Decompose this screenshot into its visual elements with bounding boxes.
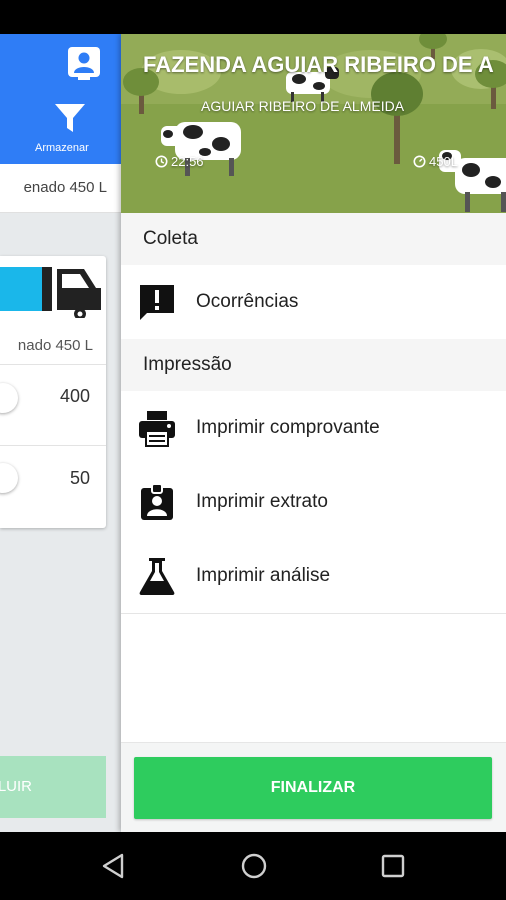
- section-header-impressao: Impressão: [121, 339, 506, 392]
- compartment-toggle[interactable]: [0, 463, 18, 493]
- back-icon[interactable]: [100, 852, 126, 880]
- card-divider: [0, 364, 106, 365]
- include-button-label: LUIR: [0, 778, 32, 795]
- collection-volume-text: 450L: [429, 154, 458, 169]
- status-bar: [0, 0, 506, 34]
- farm-name: FAZENDA AGUIAR RIBEIRO DE A: [143, 52, 494, 77]
- compartment-quantity: 400: [59, 386, 90, 406]
- home-icon[interactable]: [240, 852, 268, 880]
- compartment-quantity: 50: [69, 468, 90, 488]
- truck-card: nado 450 L 400 50: [0, 256, 106, 528]
- collection-screen: Armazenar enado 450 L nado 450 L 400 50 …: [0, 34, 121, 832]
- stored-volume-text: enado 450 L: [23, 179, 107, 196]
- menu-item-label: Imprimir comprovante: [196, 417, 380, 438]
- section-header-coleta: Coleta: [121, 213, 506, 266]
- finish-button[interactable]: FINALIZAR: [134, 757, 492, 819]
- compartment-toggle[interactable]: [0, 383, 18, 413]
- clock-icon: [155, 155, 168, 168]
- card-divider: [0, 445, 106, 446]
- section-title: Impressão: [143, 354, 232, 375]
- printer-icon: [139, 411, 175, 447]
- farm-banner: FAZENDA AGUIAR RIBEIRO DE A AGUIAR RIBEI…: [121, 34, 506, 213]
- contact-icon[interactable]: [66, 45, 102, 81]
- stored-volume-row: enado 450 L: [0, 164, 121, 213]
- menu-item-print-receipt[interactable]: Imprimir comprovante: [121, 391, 506, 466]
- section-title: Coleta: [143, 228, 198, 249]
- menu-item-ocorrencias[interactable]: Ocorrências: [121, 265, 506, 340]
- badge-icon: [141, 483, 173, 520]
- flask-icon: [139, 558, 175, 595]
- navigation-drawer: FAZENDA AGUIAR RIBEIRO DE A AGUIAR RIBEI…: [121, 34, 506, 832]
- menu-item-label: Ocorrências: [196, 291, 299, 312]
- collection-volume: 450L: [413, 154, 458, 169]
- collection-header: Armazenar: [0, 34, 121, 164]
- filter-icon[interactable]: [52, 100, 88, 136]
- feedback-icon: [140, 285, 174, 320]
- menu-item-label: Imprimir extrato: [196, 491, 328, 512]
- recent-apps-icon[interactable]: [381, 854, 405, 878]
- collection-time: 22:56: [155, 154, 204, 169]
- farm-owner: AGUIAR RIBEIRO DE ALMEIDA: [201, 98, 405, 114]
- drawer-footer: FINALIZAR: [121, 742, 506, 832]
- filter-label: Armazenar: [35, 142, 89, 154]
- android-nav-bar: [0, 832, 506, 900]
- collection-time-text: 22:56: [171, 154, 204, 169]
- app-screen: Armazenar enado 450 L nado 450 L 400 50 …: [0, 34, 506, 832]
- gauge-icon: [413, 155, 426, 168]
- menu-item-label: Imprimir análise: [196, 565, 331, 586]
- truck-icon: [0, 267, 101, 318]
- menu-item-print-statement[interactable]: Imprimir extrato: [121, 465, 506, 540]
- menu-item-print-analysis[interactable]: Imprimir análise: [121, 539, 506, 614]
- include-button[interactable]: LUIR: [0, 756, 106, 818]
- card-stored-text: nado 450 L: [17, 337, 93, 354]
